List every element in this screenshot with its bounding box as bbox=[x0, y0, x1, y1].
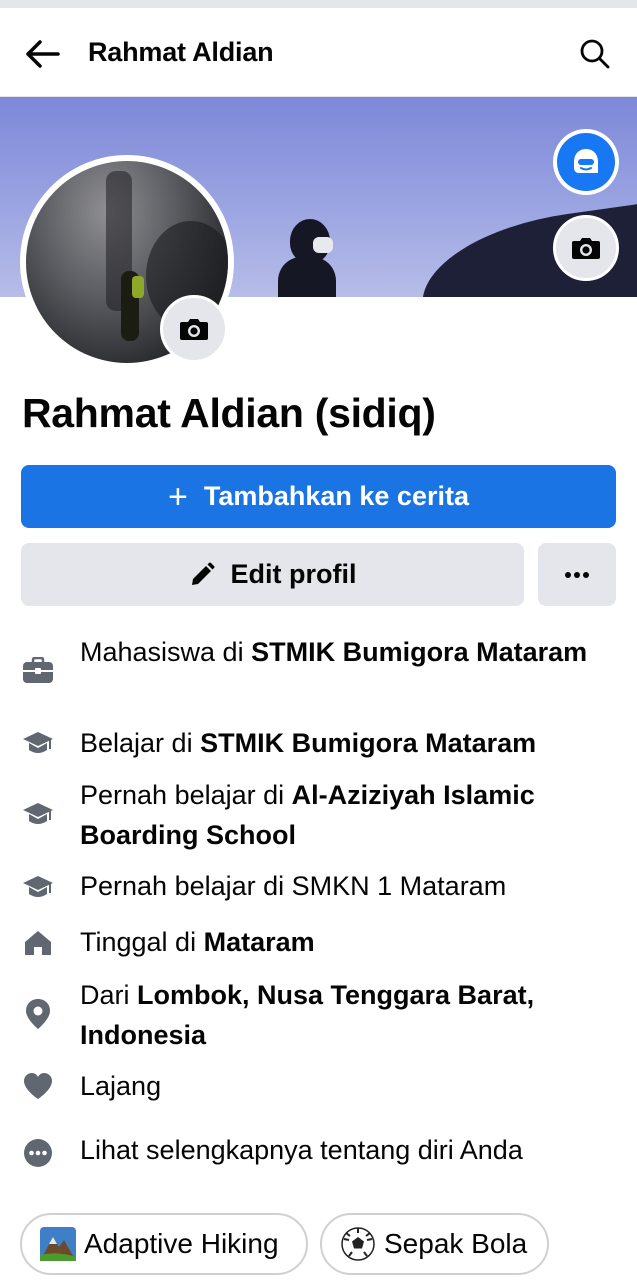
detail-prefix: Belajar di bbox=[80, 728, 201, 758]
top-app-bar: Rahmat Aldian bbox=[0, 8, 637, 97]
edit-profile-photo-button[interactable] bbox=[160, 295, 228, 363]
add-to-story-button[interactable]: + Tambahkan ke cerita bbox=[21, 465, 616, 528]
briefcase-icon bbox=[22, 655, 54, 687]
detail-prefix: Tinggal di bbox=[80, 927, 204, 957]
arrow-left-icon bbox=[26, 40, 60, 68]
detail-high-school-text: Pernah belajar di SMKN 1 Mataram bbox=[80, 866, 610, 906]
avatar-icon-wrap bbox=[557, 133, 615, 191]
detail-relationship-text: Lajang bbox=[80, 1066, 610, 1106]
more-options-button[interactable] bbox=[538, 543, 616, 606]
detail-work-text: Mahasiswa di STMIK Bumigora Mataram bbox=[80, 632, 610, 672]
back-button[interactable] bbox=[22, 34, 62, 74]
edit-profile-button[interactable]: Edit profil bbox=[21, 543, 524, 606]
add-to-story-label: Tambahkan ke cerita bbox=[203, 481, 469, 511]
detail-bold: Mataram bbox=[203, 927, 315, 957]
search-button[interactable] bbox=[575, 34, 615, 74]
plus-icon: + bbox=[168, 477, 188, 516]
detail-prefix: Dari bbox=[80, 980, 138, 1010]
cover-person-silhouette bbox=[278, 257, 336, 297]
search-icon bbox=[580, 39, 610, 69]
mountain-emoji-icon bbox=[40, 1226, 76, 1262]
page-title: Rahmat Aldian bbox=[88, 37, 274, 67]
location-pin-icon bbox=[22, 998, 54, 1030]
detail-bold: STMIK Bumigora Mataram bbox=[251, 637, 588, 667]
detail-previous-study-text: Pernah belajar di Al-Aziziyah Islamic Bo… bbox=[80, 775, 610, 855]
see-more-about-you-label[interactable]: Lihat selengkapnya tentang diri Anda bbox=[80, 1130, 610, 1170]
avatar-icon bbox=[574, 149, 598, 173]
ellipsis-icon bbox=[565, 571, 589, 578]
detail-prefix: Pernah belajar di bbox=[80, 780, 292, 810]
graduation-cap-icon bbox=[22, 871, 54, 903]
detail-bold: Lombok, Nusa Tenggara Barat, Indonesia bbox=[80, 980, 535, 1050]
detail-study-text: Belajar di STMIK Bumigora Mataram bbox=[80, 723, 610, 763]
graduation-cap-icon bbox=[22, 727, 54, 759]
detail-bold: STMIK Bumigora Mataram bbox=[200, 728, 537, 758]
pencil-icon bbox=[191, 562, 214, 585]
hobby-chip-adaptive-hiking[interactable]: Adaptive Hiking bbox=[20, 1213, 308, 1275]
profile-name: Rahmat Aldian (sidiq) bbox=[22, 390, 436, 436]
soccer-ball-emoji-icon bbox=[340, 1226, 376, 1262]
avatar-button[interactable] bbox=[553, 129, 619, 195]
ellipsis-circle-icon bbox=[22, 1137, 54, 1169]
edit-profile-label: Edit profil bbox=[230, 559, 357, 589]
cover-person-mask bbox=[313, 237, 333, 253]
hobby-chip-sepak-bola[interactable]: Sepak Bola bbox=[320, 1213, 549, 1275]
photo-backpack bbox=[132, 276, 144, 298]
detail-current-city-text: Tinggal di Mataram bbox=[80, 922, 610, 962]
detail-prefix: Lajang bbox=[80, 1071, 162, 1101]
camera-icon bbox=[572, 238, 600, 259]
camera-icon bbox=[180, 319, 208, 340]
detail-prefix: Lihat selengkapnya tentang diri Anda bbox=[80, 1135, 523, 1165]
hobby-label: Adaptive Hiking bbox=[84, 1228, 279, 1259]
graduation-cap-icon bbox=[22, 798, 54, 830]
detail-hometown-text: Dari Lombok, Nusa Tenggara Barat, Indone… bbox=[80, 975, 610, 1055]
heart-icon bbox=[22, 1070, 54, 1102]
detail-prefix: Pernah belajar di SMKN 1 Mataram bbox=[80, 871, 507, 901]
status-bar bbox=[0, 0, 637, 8]
home-icon bbox=[22, 927, 54, 959]
detail-prefix: Mahasiswa di bbox=[80, 637, 252, 667]
edit-cover-photo-button[interactable] bbox=[553, 215, 619, 281]
hobby-label: Sepak Bola bbox=[384, 1228, 528, 1259]
